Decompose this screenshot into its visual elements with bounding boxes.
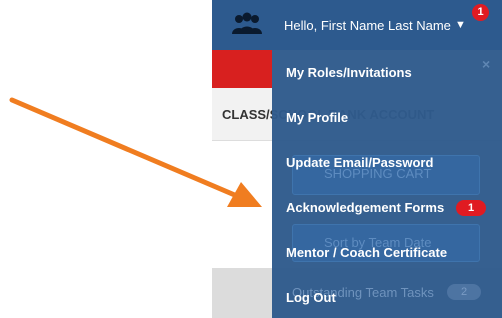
menu-item-roles-invitations[interactable]: My Roles/Invitations: [286, 65, 412, 80]
menu-item-log-out[interactable]: Log Out: [286, 290, 336, 305]
background-outstanding-badge: 2: [447, 284, 481, 300]
user-greeting[interactable]: Hello, First Name Last Name: [284, 18, 451, 33]
menu-item-update-email-password[interactable]: Update Email/Password: [286, 155, 433, 170]
acknowledgement-forms-badge: 1: [456, 200, 486, 216]
notification-badge: 1: [472, 4, 489, 21]
background-red-band: [212, 50, 272, 88]
chevron-down-icon[interactable]: ▼: [455, 19, 466, 31]
menu-item-my-profile[interactable]: My Profile: [286, 110, 348, 125]
menu-item-acknowledgement-forms[interactable]: Acknowledgement Forms: [286, 200, 444, 215]
menu-item-mentor-coach-certificate[interactable]: Mentor / Coach Certificate: [286, 245, 447, 260]
close-icon[interactable]: ×: [482, 56, 490, 72]
users-icon[interactable]: [230, 12, 264, 36]
